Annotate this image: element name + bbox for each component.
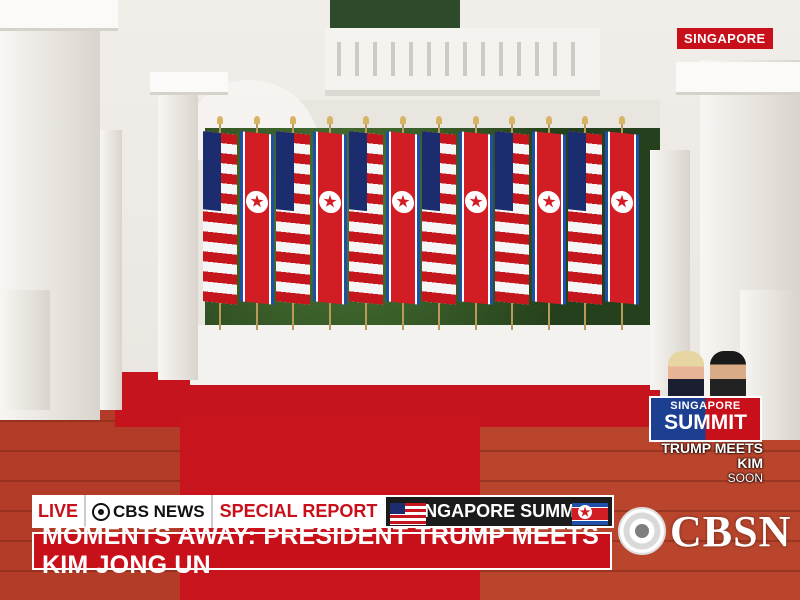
flag-pole-finial	[545, 116, 552, 124]
us-flag-canton	[568, 131, 586, 212]
nk-flag-star-icon: ★	[245, 189, 268, 215]
us-flag	[568, 131, 602, 305]
pillar-right-capital	[676, 62, 800, 95]
baluster	[553, 42, 557, 76]
flag-pole-finial	[399, 116, 406, 124]
kim-portrait	[710, 351, 746, 399]
us-flag	[349, 131, 383, 305]
baluster	[373, 42, 377, 76]
flag-pole-finial	[509, 116, 515, 124]
baluster	[409, 42, 413, 76]
summit-promo: SINGAPORE SUMMIT TRUMP MEETS KIM SOON	[648, 346, 763, 491]
channel-logo: CBSN	[618, 503, 791, 559]
baluster	[535, 42, 539, 76]
flag-pole-finial	[363, 116, 369, 124]
promo-subtitle: TRUMP MEETS KIM SOON	[648, 441, 763, 486]
flag-pole-finial	[253, 116, 260, 124]
video-frame: ★ ★ ★ ★ ★ ★ SINGAPORE SINGAPORE SUMMIT TRUMP …	[0, 0, 800, 600]
baluster	[427, 42, 431, 76]
us-flag-canton	[495, 131, 513, 212]
flag-pole-finial	[436, 116, 442, 124]
baluster	[463, 42, 467, 76]
promo-subtitle-text: TRUMP MEETS KIM	[661, 440, 763, 471]
cbs-eye-icon	[92, 502, 111, 521]
promo-title-main: SUMMIT	[664, 411, 747, 434]
flag-pole-finial	[217, 116, 223, 124]
nk-flag: ★	[604, 131, 639, 305]
promo-timing: SOON	[727, 471, 763, 485]
channel-logo-text: CBSN	[670, 506, 792, 556]
flag-pole-finial	[618, 116, 625, 124]
promo-title: SINGAPORE SUMMIT	[649, 396, 762, 442]
baluster	[445, 42, 449, 76]
baluster	[481, 42, 485, 76]
nk-flag: ★	[458, 131, 493, 305]
pillar-left-rear	[100, 130, 122, 410]
upper-balcony	[325, 28, 600, 96]
flag-pole-finial	[472, 116, 479, 124]
network-label-text: CBS NEWS	[113, 501, 205, 521]
nk-flag: ★	[531, 131, 566, 305]
us-flag	[276, 131, 310, 305]
nk-flag: ★	[312, 131, 347, 305]
nk-flag: ★	[239, 131, 274, 305]
balustrade-left	[0, 290, 50, 410]
cbs-eye-logo-icon	[618, 507, 666, 555]
pillar-left-capital	[0, 0, 118, 31]
flag-pole-finial	[290, 116, 296, 124]
us-flag-canton	[276, 131, 294, 212]
nk-flag-star-icon: ★	[318, 189, 341, 215]
us-flag-canton	[422, 131, 440, 212]
baluster	[391, 42, 395, 76]
nk-flag-star-icon: ★	[537, 189, 560, 215]
us-flag	[203, 131, 237, 305]
headline-banner: MOMENTS AWAY: PRESIDENT TRUMP MEETS KIM …	[32, 522, 612, 579]
us-flag	[422, 131, 456, 305]
nk-flag: ★	[385, 131, 420, 305]
flag-stand-wall	[190, 325, 660, 385]
us-flag-canton	[203, 131, 221, 212]
pillar-center-left-capital	[150, 72, 228, 95]
baluster	[499, 42, 503, 76]
baluster	[571, 42, 575, 76]
flag-pole-finial	[326, 116, 333, 124]
nk-flag-star-icon: ★	[610, 189, 633, 215]
trump-portrait	[668, 351, 704, 399]
event-label: SINGAPORE SUMMIT	[407, 501, 592, 521]
baluster	[337, 42, 341, 76]
lower-third: LIVE CBS NEWS SPECIAL REPORT SINGAPORE S…	[32, 495, 614, 579]
flag-pole-finial	[582, 116, 588, 124]
us-flag-canton	[349, 131, 367, 212]
nk-flag-star-icon: ★	[391, 189, 414, 215]
baluster	[517, 42, 521, 76]
nk-flag-star-icon: ★	[464, 189, 487, 215]
pillar-center-left	[158, 80, 198, 380]
location-badge: SINGAPORE	[677, 28, 773, 49]
us-flag	[495, 131, 529, 305]
baluster	[355, 42, 359, 76]
